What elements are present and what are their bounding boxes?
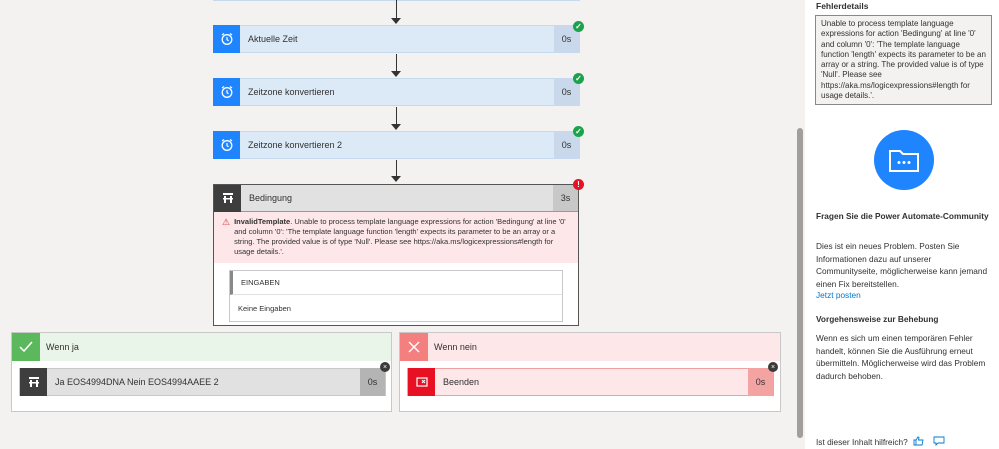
branch-no-header[interactable]: Wenn nein [400, 333, 780, 361]
community-text: Dies ist ein neues Problem. Posten Sie I… [816, 241, 988, 289]
step-title: Aktuelle Zeit [248, 34, 298, 44]
branch-no: Wenn nein Beenden 0s × [399, 332, 781, 412]
warning-icon: ⚠ [222, 217, 231, 227]
alarm-clock-icon [213, 131, 240, 159]
flow-canvas: Aktuelle Zeit 0s ✓ Zeitzone konvertieren… [0, 0, 795, 449]
error-code: InvalidTemplate [234, 217, 291, 226]
alarm-clock-icon [213, 78, 240, 106]
step-aktuelle-zeit[interactable]: Aktuelle Zeit 0s [213, 25, 580, 53]
connector-arrow [391, 18, 401, 24]
branch-no-title: Wenn nein [434, 342, 477, 352]
action-duration: 0s [748, 368, 773, 396]
condition-card[interactable]: Bedingung 3s ⚠ InvalidTemplate. Unable t… [213, 184, 579, 326]
remedy-text: Wenn es sich um einen temporären Fehler … [816, 333, 986, 381]
branch-yes-action[interactable]: Ja EOS4994DNA Nein EOS4994AAEE 2 0s [19, 368, 386, 396]
connector [396, 0, 397, 20]
close-x-icon [400, 333, 428, 361]
branch-no-action[interactable]: Beenden 0s [407, 368, 774, 396]
branch-yes-title: Wenn ja [46, 342, 79, 352]
error-exclamation-icon: ! [573, 179, 584, 190]
step-zeitzone-konvertieren-2[interactable]: Zeitzone konvertieren 2 0s [213, 131, 580, 159]
inputs-section: EINGABEN Keine Eingaben [229, 270, 563, 322]
success-check-icon: ✓ [573, 126, 584, 137]
thumbs-up-icon[interactable] [913, 436, 925, 446]
step-title: Zeitzone konvertieren 2 [248, 140, 343, 150]
skipped-x-icon: × [768, 362, 778, 372]
action-duration: 0s [360, 368, 385, 396]
checkmark-icon [12, 333, 40, 361]
error-message-box: ⚠ InvalidTemplate. Unable to process tem… [214, 212, 578, 263]
branch-yes: Wenn ja Ja EOS4994DNA Nein EOS4994AAEE 2… [11, 332, 392, 412]
condition-icon [20, 368, 47, 396]
action-title: Ja EOS4994DNA Nein EOS4994AAEE 2 [55, 377, 219, 387]
skipped-x-icon: × [380, 362, 390, 372]
comment-icon[interactable] [933, 436, 945, 447]
folder-icon [874, 130, 934, 190]
branch-yes-header[interactable]: Wenn ja [12, 333, 391, 361]
post-now-link[interactable]: Jetzt posten [816, 289, 992, 302]
terminate-icon [408, 368, 435, 396]
error-details-textarea[interactable]: Unable to process template language expr… [815, 15, 992, 105]
step-zeitzone-konvertieren[interactable]: Zeitzone konvertieren 0s [213, 78, 580, 106]
feedback-question: Ist dieser Inhalt hilfreich? [816, 437, 908, 447]
condition-icon [214, 184, 241, 212]
success-check-icon: ✓ [573, 73, 584, 84]
vertical-scrollbar[interactable] [795, 0, 805, 449]
alarm-clock-icon [213, 25, 240, 53]
scrollbar-thumb[interactable] [797, 128, 803, 438]
step-title: Zeitzone konvertieren [248, 87, 335, 97]
inputs-value: Keine Eingaben [238, 303, 291, 313]
connector-arrow [391, 71, 401, 77]
action-title: Beenden [443, 377, 480, 387]
error-text: InvalidTemplate. Unable to process templ… [234, 217, 570, 257]
condition-header[interactable]: Bedingung 3s [214, 184, 578, 212]
success-check-icon: ✓ [573, 21, 584, 32]
connector-arrow [391, 124, 401, 130]
error-details-title: Fehlerdetails [816, 1, 869, 11]
connector-arrow [391, 176, 401, 182]
remedy-title: Vorgehensweise zur Behebung [816, 314, 939, 324]
inputs-label: EINGABEN [230, 271, 562, 295]
condition-title: Bedingung [249, 193, 293, 203]
community-title: Fragen Sie die Power Automate-Community [816, 211, 989, 221]
